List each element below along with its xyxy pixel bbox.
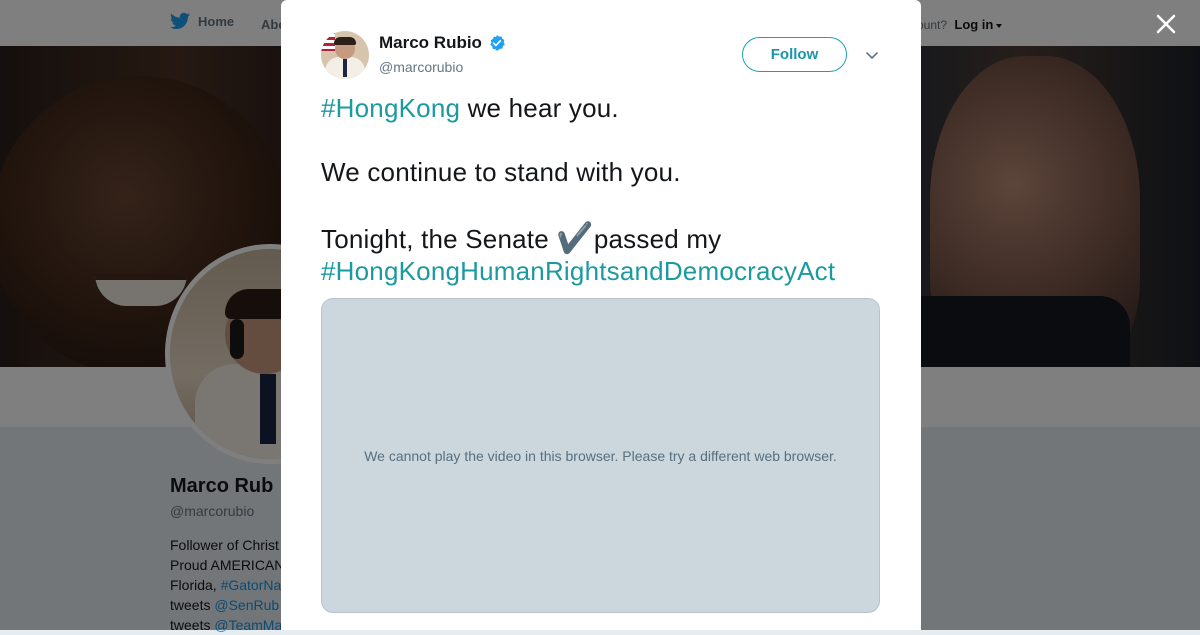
video-error-message: We cannot play the video in this browser… — [364, 447, 837, 464]
author-name-text: Marco Rubio — [379, 33, 482, 52]
tweet-line: #HongKong we hear you. — [321, 92, 891, 124]
tweet-line-text: Tonight, the Senate — [321, 224, 557, 254]
tweet-line: #HongKongHumanRightsandDemocracyAct — [321, 255, 891, 287]
tweet-author-handle[interactable]: @marcorubio — [379, 59, 463, 75]
chevron-down-icon[interactable] — [863, 46, 881, 64]
hashtag-link[interactable]: #HongKongHumanRightsandDemocracyAct — [321, 256, 835, 286]
hashtag-link[interactable]: #HongKong — [321, 93, 460, 123]
video-player[interactable]: We cannot play the video in this browser… — [321, 298, 880, 613]
tweet-author-name[interactable]: Marco Rubio — [379, 33, 506, 53]
tweet-line-text: we hear you. — [460, 93, 619, 123]
tweet-line-text: passed my — [593, 224, 722, 254]
tweet-text: #HongKong we hear you. We continue to st… — [321, 92, 891, 287]
tweet-line: Tonight, the Senate ✔️passed my — [321, 223, 891, 255]
close-icon[interactable] — [1152, 10, 1180, 38]
follow-button[interactable]: Follow — [742, 37, 847, 72]
check-mark-icon: ✔️ — [556, 222, 594, 255]
tweet-author-avatar[interactable] — [321, 31, 369, 79]
tweet-permalink-modal: Marco Rubio @marcorubio Follow #HongKong… — [281, 0, 921, 630]
verified-badge-icon — [490, 35, 505, 51]
tweet-line: We continue to stand with you. — [321, 157, 681, 187]
